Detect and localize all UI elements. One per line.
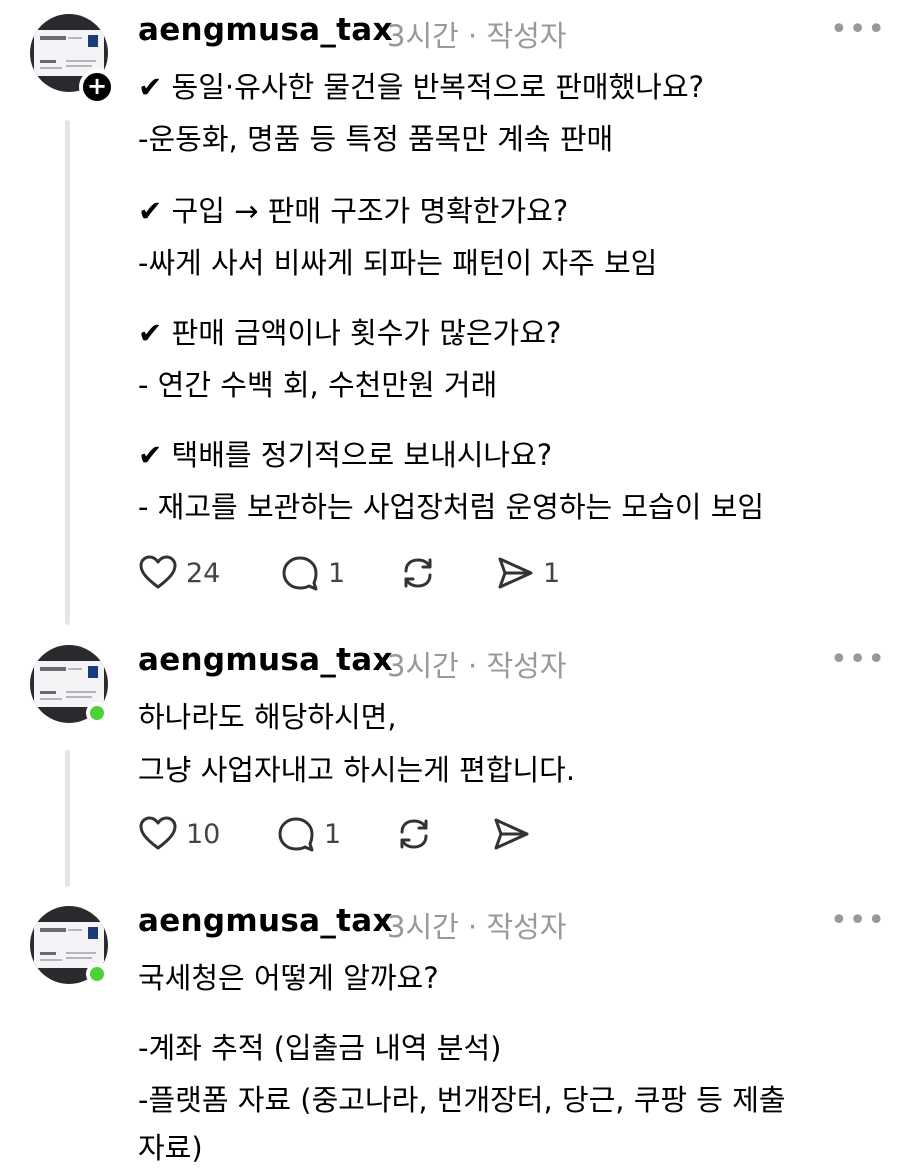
comment-count: 1 xyxy=(328,557,346,589)
post-time: 3시간 xyxy=(387,649,459,683)
post-text-line: ✔ 구입 → 판매 구조가 명확한가요? xyxy=(138,194,569,228)
send-icon xyxy=(494,818,529,850)
online-status-dot xyxy=(86,702,108,724)
thread-connector-line xyxy=(65,750,70,887)
username[interactable]: aengmusa_tax xyxy=(138,12,393,48)
comment-icon xyxy=(278,817,314,852)
meta-separator: · xyxy=(468,19,478,53)
username[interactable]: aengmusa_tax xyxy=(138,642,393,678)
repost-icon xyxy=(404,558,432,588)
heart-icon xyxy=(139,816,177,850)
comment-count: 1 xyxy=(324,818,342,850)
repost-button[interactable] xyxy=(398,553,438,593)
repost-icon xyxy=(400,819,428,849)
more-icon[interactable]: ••• xyxy=(830,12,886,47)
send-icon xyxy=(498,557,533,589)
post-time: 3시간 xyxy=(387,910,459,944)
more-icon[interactable]: ••• xyxy=(830,903,886,938)
comment-button[interactable]: 1 xyxy=(276,814,341,854)
meta-separator: · xyxy=(468,649,478,683)
more-icon[interactable]: ••• xyxy=(830,642,886,677)
like-button[interactable]: 24 xyxy=(138,553,220,593)
post-text-line: 국세청은 어떻게 알까요? xyxy=(138,961,439,995)
share-button[interactable] xyxy=(491,814,531,854)
comment-icon xyxy=(282,556,318,591)
post-meta: 3시간 · 작성자 xyxy=(387,13,567,55)
like-count: 10 xyxy=(186,818,221,850)
post-meta: 3시간 · 작성자 xyxy=(387,904,567,946)
post-text-line: -플랫폼 자료 (중고나라, 번개장터, 당근, 쿠팡 등 제출 xyxy=(138,1083,786,1117)
meta-separator: · xyxy=(468,910,478,944)
author-label: 작성자 xyxy=(486,19,567,53)
post-text-line: 그냥 사업자내고 하시는게 편합니다. xyxy=(138,753,576,787)
post-text-line: - 연간 수백 회, 수천만원 거래 xyxy=(138,368,498,402)
repost-button[interactable] xyxy=(394,814,434,854)
post-text-line: ✔ 판매 금액이나 횟수가 많은가요? xyxy=(138,316,562,350)
post-text-line: -계좌 추적 (입출금 내역 분석) xyxy=(138,1031,502,1065)
share-button[interactable]: 1 xyxy=(495,553,560,593)
post-text-line: 자료) xyxy=(138,1131,203,1165)
like-count: 24 xyxy=(186,557,221,589)
post-text-line: -싸게 사서 비싸게 되파는 패턴이 자주 보임 xyxy=(138,246,658,280)
username[interactable]: aengmusa_tax xyxy=(138,903,393,939)
post-text-line: - 재고를 보관하는 사업장처럼 운영하는 모습이 보임 xyxy=(138,490,765,524)
author-label: 작성자 xyxy=(486,910,567,944)
post-time: 3시간 xyxy=(387,19,459,53)
post-meta: 3시간 · 작성자 xyxy=(387,643,567,685)
like-button[interactable]: 10 xyxy=(138,814,220,854)
heart-icon xyxy=(139,555,177,589)
follow-plus-icon[interactable]: + xyxy=(79,69,115,105)
author-label: 작성자 xyxy=(486,649,567,683)
post-text-line: ✔ 동일·유사한 물건을 반복적으로 판매했나요? xyxy=(138,70,705,104)
post-text-line: 하나라도 해당하시면, xyxy=(138,700,397,734)
comment-button[interactable]: 1 xyxy=(280,553,345,593)
online-status-dot xyxy=(86,963,108,985)
post-text-line: -운동화, 명품 등 특정 품목만 계속 판매 xyxy=(138,122,614,156)
share-count: 1 xyxy=(543,557,561,589)
thread-connector-line xyxy=(65,120,70,625)
post-text-line: ✔ 택배를 정기적으로 보내시나요? xyxy=(138,438,553,472)
